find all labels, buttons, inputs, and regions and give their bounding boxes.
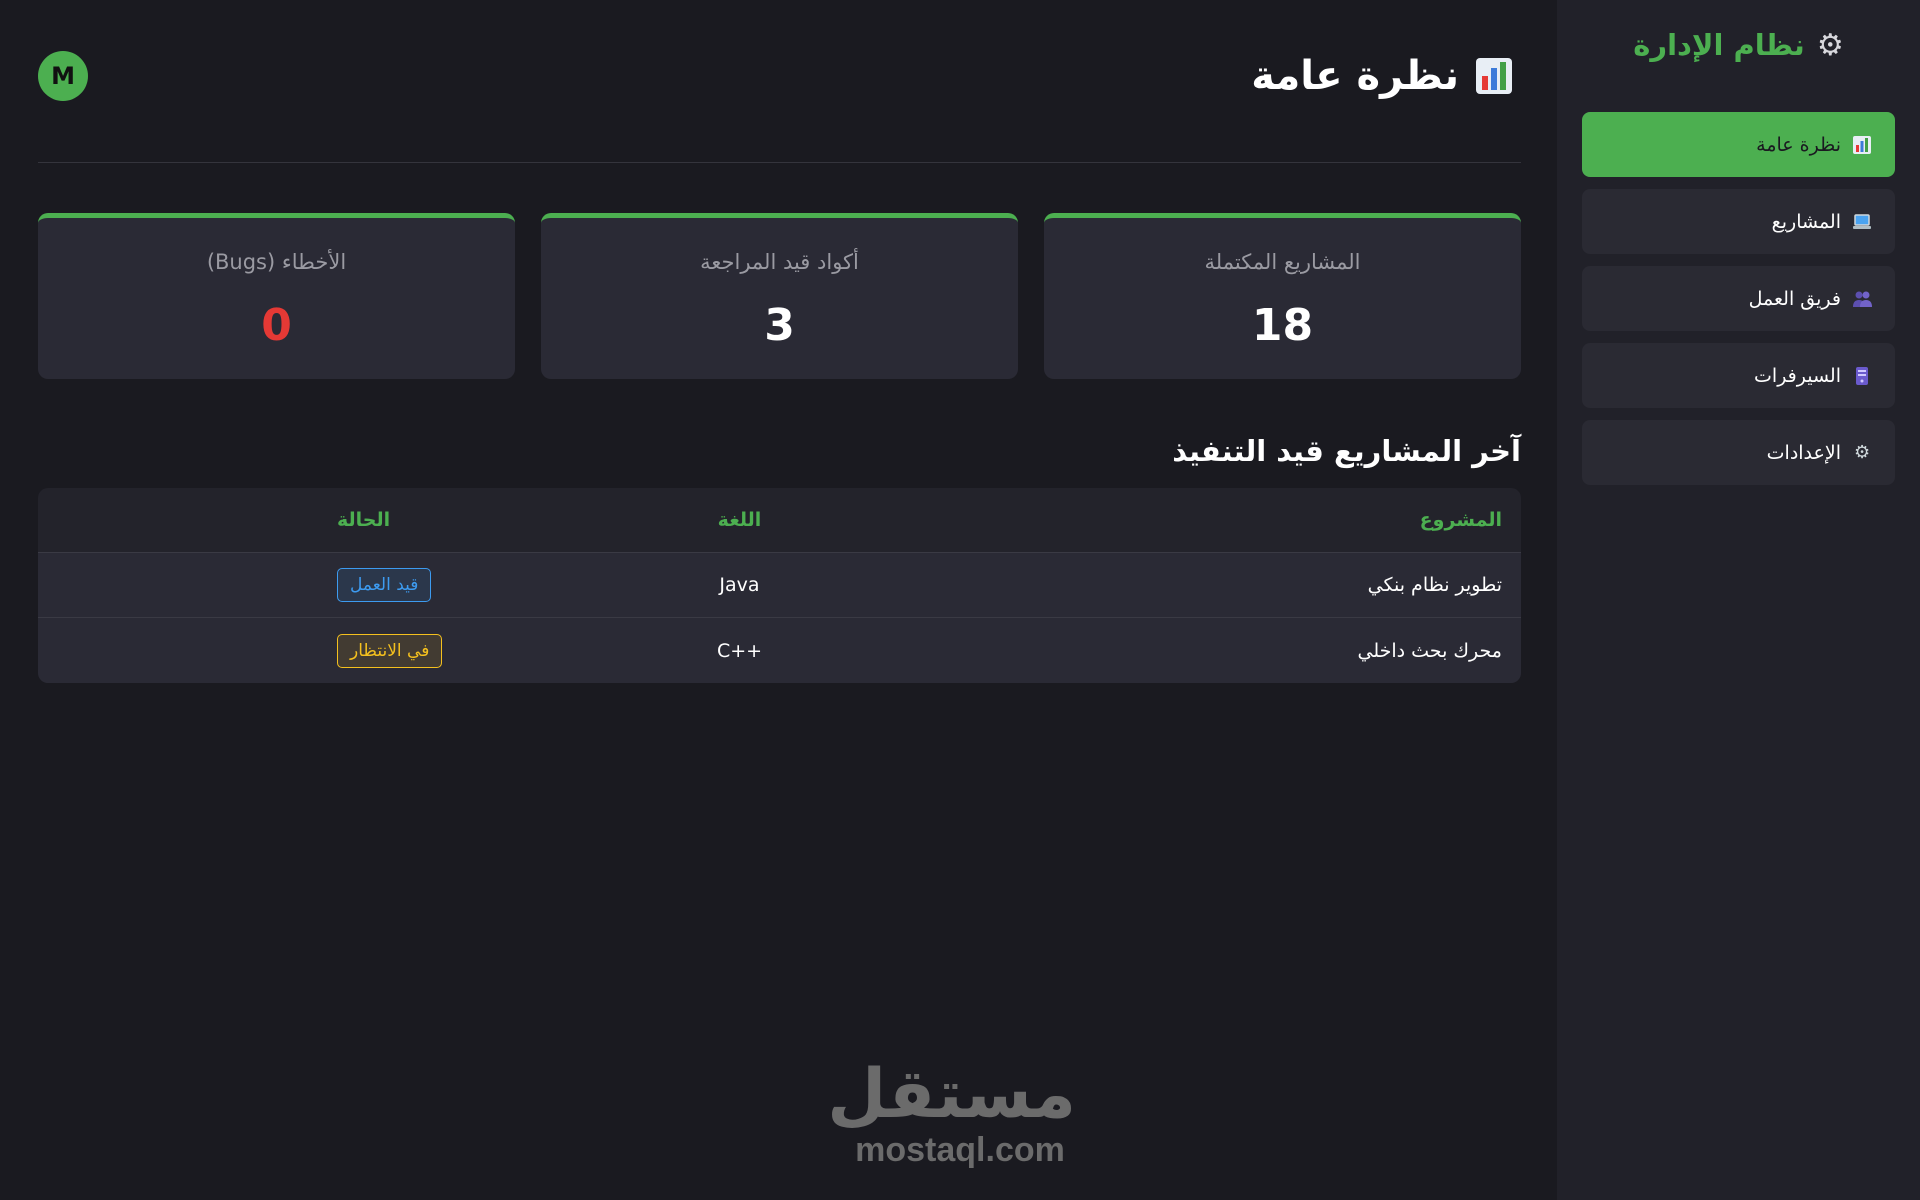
- project-language: C++: [716, 639, 763, 662]
- sidebar-item-label: نظرة عامة: [1756, 133, 1841, 156]
- status-cell: قيد العمل: [337, 568, 597, 602]
- stat-card-code-review: أكواد قيد المراجعة 3: [541, 213, 1018, 379]
- stat-label: الأخطاء (Bugs): [206, 250, 347, 274]
- table-header: المشروع اللغة الحالة: [38, 488, 1521, 553]
- sidebar-item-settings[interactable]: ⚙ الإعدادات: [1582, 420, 1895, 485]
- column-header-project: المشروع: [1419, 509, 1502, 531]
- bar-chart-icon: [1851, 134, 1873, 156]
- sidebar-item-label: المشاريع: [1771, 210, 1841, 233]
- sidebar-item-servers[interactable]: السيرفرات: [1582, 343, 1895, 408]
- watermark-latin: mostaql.com: [855, 1131, 1065, 1169]
- projects-table: المشروع اللغة الحالة تطوير نظام بنكي Jav…: [38, 488, 1521, 683]
- sidebar-nav: نظرة عامة المشاريع فريق العمل السيرفرات …: [1582, 112, 1895, 485]
- stat-card-completed-projects: المشاريع المكتملة 18: [1044, 213, 1521, 379]
- brand-title: نظام الإدارة: [1633, 28, 1805, 62]
- page-title: نظرة عامة: [1251, 53, 1521, 99]
- project-language: Java: [719, 574, 760, 596]
- laptop-icon: [1851, 211, 1873, 233]
- section-title: آخر المشاريع قيد التنفيذ: [1172, 434, 1521, 468]
- gear-icon: ⚙: [1816, 27, 1844, 63]
- stat-label: المشاريع المكتملة: [1204, 250, 1361, 274]
- sidebar-item-label: الإعدادات: [1766, 441, 1841, 464]
- brand: ⚙ نظام الإدارة: [1582, 0, 1895, 90]
- people-icon: [1851, 288, 1873, 310]
- sidebar-item-projects[interactable]: المشاريع: [1582, 189, 1895, 254]
- status-badge: في الانتظار: [337, 633, 443, 668]
- main-content: نظرة عامة M المشاريع المكتملة 18 أكواد ق…: [38, 0, 1521, 1200]
- status-badge: قيد العمل: [337, 568, 432, 602]
- gear-icon: ⚙: [1853, 442, 1871, 463]
- status-cell: في الانتظار: [337, 633, 597, 668]
- table-row[interactable]: تطوير نظام بنكي Java قيد العمل: [38, 553, 1521, 618]
- stat-card-bugs: الأخطاء (Bugs) 0: [38, 213, 515, 379]
- stats-row: المشاريع المكتملة 18 أكواد قيد المراجعة …: [38, 213, 1521, 379]
- stat-value: 0: [261, 300, 292, 351]
- column-header-status: الحالة: [337, 509, 391, 531]
- stat-value: 18: [1251, 300, 1314, 351]
- watermark-logo: مستقل mostaql.com: [827, 1055, 1076, 1169]
- table-row[interactable]: محرك بحث داخلي C++ في الانتظار: [38, 618, 1521, 683]
- project-name: تطوير نظام بنكي: [1367, 574, 1502, 596]
- stat-label: أكواد قيد المراجعة: [700, 250, 859, 274]
- avatar[interactable]: M: [38, 51, 88, 101]
- page-header: نظرة عامة M: [38, 0, 1521, 163]
- sidebar-item-overview[interactable]: نظرة عامة: [1582, 112, 1895, 177]
- sidebar: ⚙ نظام الإدارة نظرة عامة المشاريع فريق ا…: [1557, 0, 1920, 1200]
- page-title-text: نظرة عامة: [1251, 53, 1459, 99]
- project-name: محرك بحث داخلي: [1357, 639, 1503, 662]
- server-icon: [1851, 365, 1873, 387]
- sidebar-item-label: السيرفرات: [1754, 364, 1841, 387]
- bar-chart-icon: [1473, 55, 1515, 97]
- watermark-arabic: مستقل: [827, 1055, 1076, 1134]
- stat-value: 3: [764, 300, 795, 351]
- column-header-language: اللغة: [717, 509, 762, 531]
- sidebar-item-team[interactable]: فريق العمل: [1582, 266, 1895, 331]
- sidebar-item-label: فريق العمل: [1748, 287, 1841, 310]
